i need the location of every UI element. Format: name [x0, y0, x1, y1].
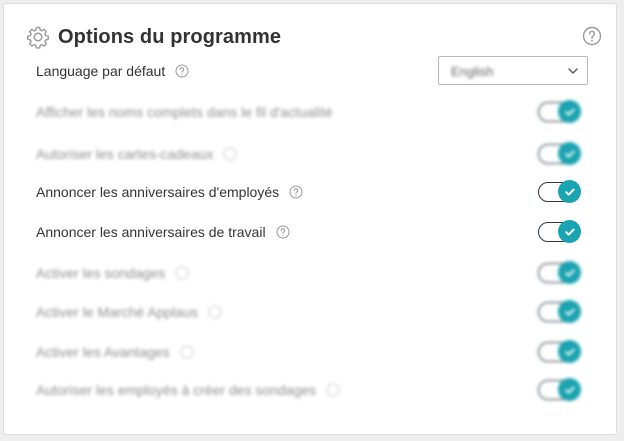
check-icon — [564, 228, 575, 236]
help-circle-icon[interactable] — [175, 64, 189, 78]
panel-header: Options du programme — [26, 23, 281, 51]
setting-label: Autoriser les employés à créer des sonda… — [36, 382, 317, 398]
default-language-row: Language par défaut English — [36, 55, 588, 87]
setting-label: Autoriser les cartes-cadeaux — [36, 146, 214, 162]
toggle-knob — [558, 100, 581, 123]
setting-toggle[interactable] — [538, 378, 581, 401]
check-icon — [564, 386, 575, 394]
check-icon — [564, 188, 575, 196]
setting-row: Annoncer les anniversaires de travail — [36, 216, 584, 248]
setting-toggle[interactable] — [538, 100, 581, 123]
toggle-knob — [558, 378, 581, 401]
setting-toggle[interactable] — [538, 180, 581, 203]
page-title: Options du programme — [58, 25, 282, 48]
toggle-knob — [558, 180, 581, 203]
setting-label: Activer les Avantages — [36, 344, 170, 360]
setting-row: Autoriser les cartes-cadeaux — [36, 138, 584, 170]
help-circle-icon[interactable] — [175, 266, 189, 280]
setting-row: Annoncer les anniversaires d'employés — [36, 176, 584, 208]
help-circle-icon[interactable] — [289, 185, 303, 199]
chevron-down-icon — [568, 68, 578, 74]
setting-toggle[interactable] — [538, 340, 581, 363]
default-language-label: Language par défaut — [36, 63, 166, 79]
help-circle-icon[interactable] — [223, 147, 237, 161]
setting-label: Afficher les noms complets dans le fil d… — [36, 104, 333, 120]
setting-label: Annoncer les anniversaires de travail — [36, 224, 266, 240]
setting-toggle[interactable] — [538, 220, 581, 243]
setting-toggle[interactable] — [538, 142, 581, 165]
setting-label: Activer les sondages — [36, 265, 166, 281]
help-circle-icon[interactable] — [276, 225, 290, 239]
check-icon — [564, 269, 575, 277]
program-options-panel: Options du programme Language par défaut… — [3, 3, 617, 435]
help-circle-icon[interactable] — [208, 305, 222, 319]
help-circle-icon[interactable] — [326, 383, 340, 397]
help-circle-icon[interactable] — [582, 26, 602, 46]
gear-icon — [27, 26, 49, 49]
setting-label: Activer le Marché Applaus — [36, 304, 198, 320]
setting-row: Activer les sondages — [36, 257, 584, 289]
toggle-knob — [558, 340, 581, 363]
check-icon — [564, 348, 575, 356]
language-select-value: English — [451, 64, 494, 79]
language-select[interactable]: English — [438, 56, 588, 85]
toggle-knob — [558, 300, 581, 323]
setting-toggle[interactable] — [538, 261, 581, 284]
check-icon — [564, 108, 575, 116]
check-icon — [564, 308, 575, 316]
setting-toggle[interactable] — [538, 300, 581, 323]
toggle-knob — [558, 142, 581, 165]
setting-row: Activer le Marché Applaus — [36, 296, 584, 328]
toggle-knob — [558, 261, 581, 284]
setting-row: Autoriser les employés à créer des sonda… — [36, 374, 584, 406]
setting-label: Annoncer les anniversaires d'employés — [36, 184, 280, 200]
check-icon — [564, 150, 575, 158]
toggle-knob — [558, 220, 581, 243]
setting-row: Afficher les noms complets dans le fil d… — [36, 96, 584, 128]
help-circle-icon[interactable] — [180, 345, 194, 359]
setting-row: Activer les Avantages — [36, 336, 584, 368]
